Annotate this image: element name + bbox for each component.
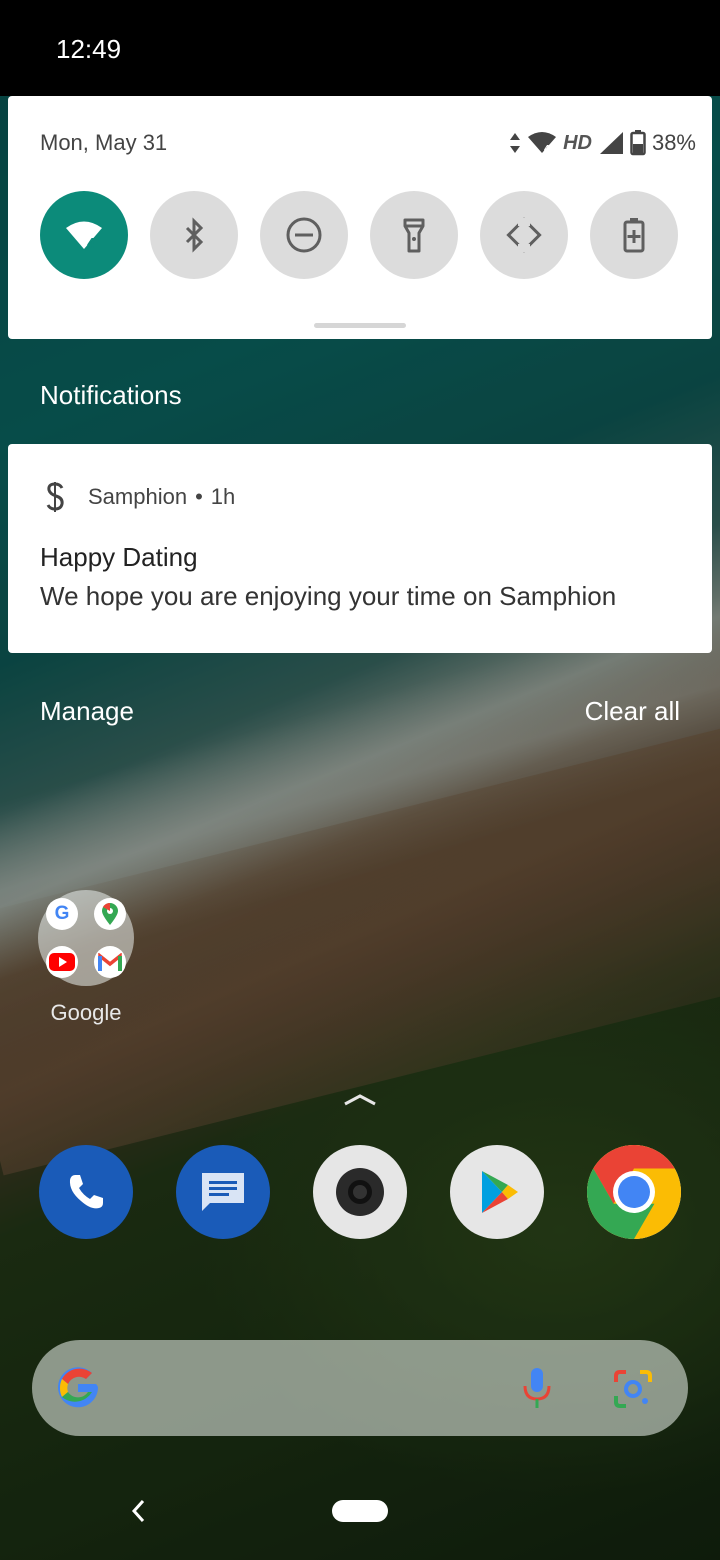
battery-icon	[630, 130, 646, 156]
svg-text:4: 4	[87, 235, 96, 252]
clear-all-button[interactable]: Clear all	[585, 696, 680, 727]
rotate-icon	[506, 217, 542, 253]
notification-time: 1h	[210, 484, 236, 509]
play-store-app[interactable]	[450, 1145, 544, 1239]
google-icon: G	[46, 898, 78, 930]
battery-percent: 38%	[651, 130, 696, 155]
messages-icon	[202, 1173, 244, 1211]
chrome-icon	[587, 1145, 681, 1239]
play-store-icon	[482, 1171, 518, 1213]
camera-app[interactable]	[313, 1145, 407, 1239]
app-drawer-chevron-icon[interactable]	[342, 1090, 378, 1108]
battery-saver-tile[interactable]	[590, 191, 678, 279]
wifi-icon: 4	[66, 221, 102, 252]
lens-icon[interactable]	[612, 1368, 654, 1410]
bluetooth-tile[interactable]	[150, 191, 238, 279]
notification-card[interactable]: Samphion • 1h Happy Dating We hope you a…	[8, 444, 712, 653]
data-activity-icon	[510, 133, 521, 153]
folder-label: Google	[50, 1000, 122, 1025]
wifi-tile[interactable]: 4	[40, 191, 128, 279]
dnd-icon	[286, 217, 322, 253]
svg-text:4: 4	[544, 144, 550, 155]
phone-icon	[69, 1175, 103, 1209]
google-search-bar[interactable]	[32, 1340, 688, 1436]
home-nav-pill[interactable]	[332, 1500, 388, 1522]
auto-rotate-tile[interactable]	[480, 191, 568, 279]
back-nav-icon[interactable]	[128, 1495, 148, 1527]
camera-icon	[336, 1168, 384, 1216]
flashlight-tile[interactable]	[370, 191, 458, 279]
cell-signal-icon	[599, 132, 623, 154]
dnd-tile[interactable]	[260, 191, 348, 279]
battery-saver-icon	[623, 218, 645, 253]
notification-body: We hope you are enjoying your time on Sa…	[40, 581, 617, 611]
notification-app-row: Samphion • 1h	[44, 482, 235, 512]
qs-date: Mon, May 31	[40, 130, 168, 155]
status-bar: 12:49	[0, 0, 720, 96]
gmail-icon	[94, 946, 126, 978]
bluetooth-icon	[185, 217, 204, 253]
mic-icon[interactable]	[520, 1366, 554, 1410]
quick-settings-panel: Mon, May 31 4 HD 38% 4	[8, 96, 712, 339]
google-g-icon	[58, 1367, 98, 1408]
maps-icon	[94, 898, 126, 930]
hd-label: HD	[563, 131, 592, 154]
qs-status-icons: 4 HD 38%	[509, 128, 696, 158]
messages-app[interactable]	[176, 1145, 270, 1239]
notification-separator: •	[195, 484, 203, 509]
manage-button[interactable]: Manage	[40, 696, 134, 727]
notification-title: Happy Dating	[40, 542, 198, 572]
notification-app-name: Samphion	[88, 484, 188, 509]
flashlight-icon	[403, 218, 425, 253]
status-clock: 12:49	[56, 34, 122, 64]
chrome-app[interactable]	[587, 1145, 681, 1239]
youtube-icon	[46, 946, 78, 978]
phone-app[interactable]	[39, 1145, 133, 1239]
qs-expand-handle[interactable]	[314, 323, 406, 328]
samphion-app-icon	[46, 482, 64, 512]
wifi-status-icon: 4	[528, 132, 557, 155]
google-folder[interactable]: G	[38, 890, 134, 986]
notifications-header: Notifications	[40, 380, 182, 410]
